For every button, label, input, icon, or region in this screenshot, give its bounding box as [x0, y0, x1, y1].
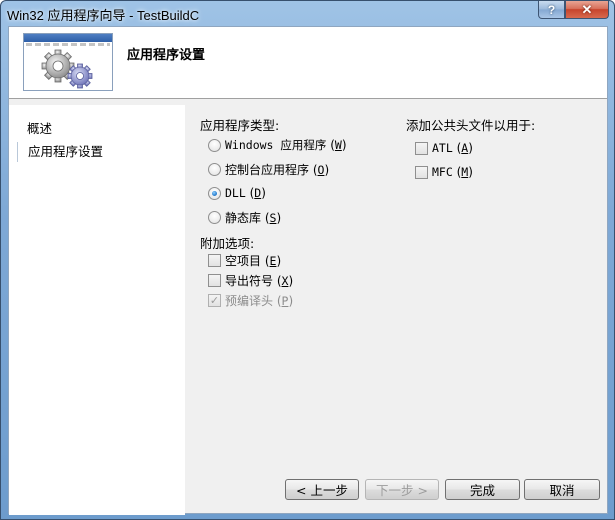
- nav-item-label: 应用程序设置: [28, 144, 104, 159]
- checkbox-label: MFC (M): [432, 165, 473, 179]
- checkbox[interactable]: [415, 141, 428, 155]
- next-button: 下一步 >: [365, 479, 439, 500]
- checkbox[interactable]: [208, 273, 221, 287]
- gears-icon: [41, 49, 93, 89]
- wizard-window: Win32 应用程序向导 - TestBuildC ? ✕ 应用程序设置 概述 …: [0, 0, 615, 520]
- checkbox[interactable]: [415, 165, 428, 179]
- radio-button[interactable]: [208, 138, 221, 152]
- extra-options-label: 附加选项:: [200, 236, 255, 251]
- window-title: Win32 应用程序向导 - TestBuildC: [7, 8, 200, 23]
- app-type-label: 应用程序类型:: [200, 118, 280, 133]
- radio-windows-app[interactable]: Windows 应用程序 (W): [208, 136, 347, 154]
- radio-button-selected[interactable]: [208, 186, 221, 200]
- radio-button[interactable]: [208, 162, 221, 176]
- radio-static-lib[interactable]: 静态库 (S): [208, 208, 281, 226]
- check-empty-project[interactable]: 空项目 (E): [208, 251, 281, 269]
- radio-button[interactable]: [208, 210, 221, 224]
- radio-label: 控制台应用程序 (O): [225, 162, 330, 177]
- wizard-header: 应用程序设置: [9, 27, 607, 99]
- wizard-client-area: 应用程序设置 概述 应用程序设置 应用程序类型: Windows 应用程序 (W…: [8, 26, 608, 515]
- settings-panel: 应用程序类型: Windows 应用程序 (W) 控制台应用程序 (O) DLL…: [186, 105, 607, 515]
- radio-label: Windows 应用程序 (W): [225, 138, 347, 152]
- checkbox-label: ATL (A): [432, 141, 473, 155]
- page-title: 应用程序设置: [127, 48, 206, 63]
- checkmark-icon: ✓: [209, 293, 220, 307]
- previous-button[interactable]: < 上一步: [285, 479, 359, 500]
- wizard-nav: 概述 应用程序设置: [9, 105, 185, 515]
- title-bar[interactable]: Win32 应用程序向导 - TestBuildC ? ✕: [1, 1, 614, 25]
- checkbox[interactable]: [208, 253, 221, 267]
- check-export-symbols[interactable]: 导出符号 (X): [208, 271, 293, 289]
- nav-item-app-settings[interactable]: 应用程序设置: [17, 142, 177, 162]
- banner-titlebar-graphic: [24, 34, 112, 42]
- close-button[interactable]: ✕: [565, 1, 609, 19]
- common-headers-label: 添加公共头文件以用于:: [406, 118, 536, 133]
- radio-console-app[interactable]: 控制台应用程序 (O): [208, 160, 329, 178]
- checkbox-label: 预编译头 (P): [225, 293, 294, 308]
- radio-label: 静态库 (S): [225, 210, 282, 225]
- radio-label: DLL (D): [225, 186, 266, 200]
- banner-image: [23, 33, 113, 91]
- checkbox-checked-disabled: ✓: [208, 293, 221, 307]
- checkbox-label: 空项目 (E): [225, 253, 282, 268]
- radio-dll[interactable]: DLL (D): [208, 184, 266, 202]
- nav-item-overview[interactable]: 概述: [17, 119, 177, 139]
- nav-item-label: 概述: [27, 121, 53, 136]
- check-mfc[interactable]: MFC (M): [415, 163, 473, 181]
- checkbox-label: 导出符号 (X): [225, 273, 294, 288]
- cancel-button[interactable]: 取消: [524, 479, 600, 500]
- help-button[interactable]: ?: [538, 1, 565, 19]
- banner-menu-graphic: [26, 43, 110, 46]
- check-atl[interactable]: ATL (A): [415, 139, 473, 157]
- check-precompiled-header: ✓ 预编译头 (P): [208, 291, 293, 309]
- finish-button[interactable]: 完成: [445, 479, 520, 500]
